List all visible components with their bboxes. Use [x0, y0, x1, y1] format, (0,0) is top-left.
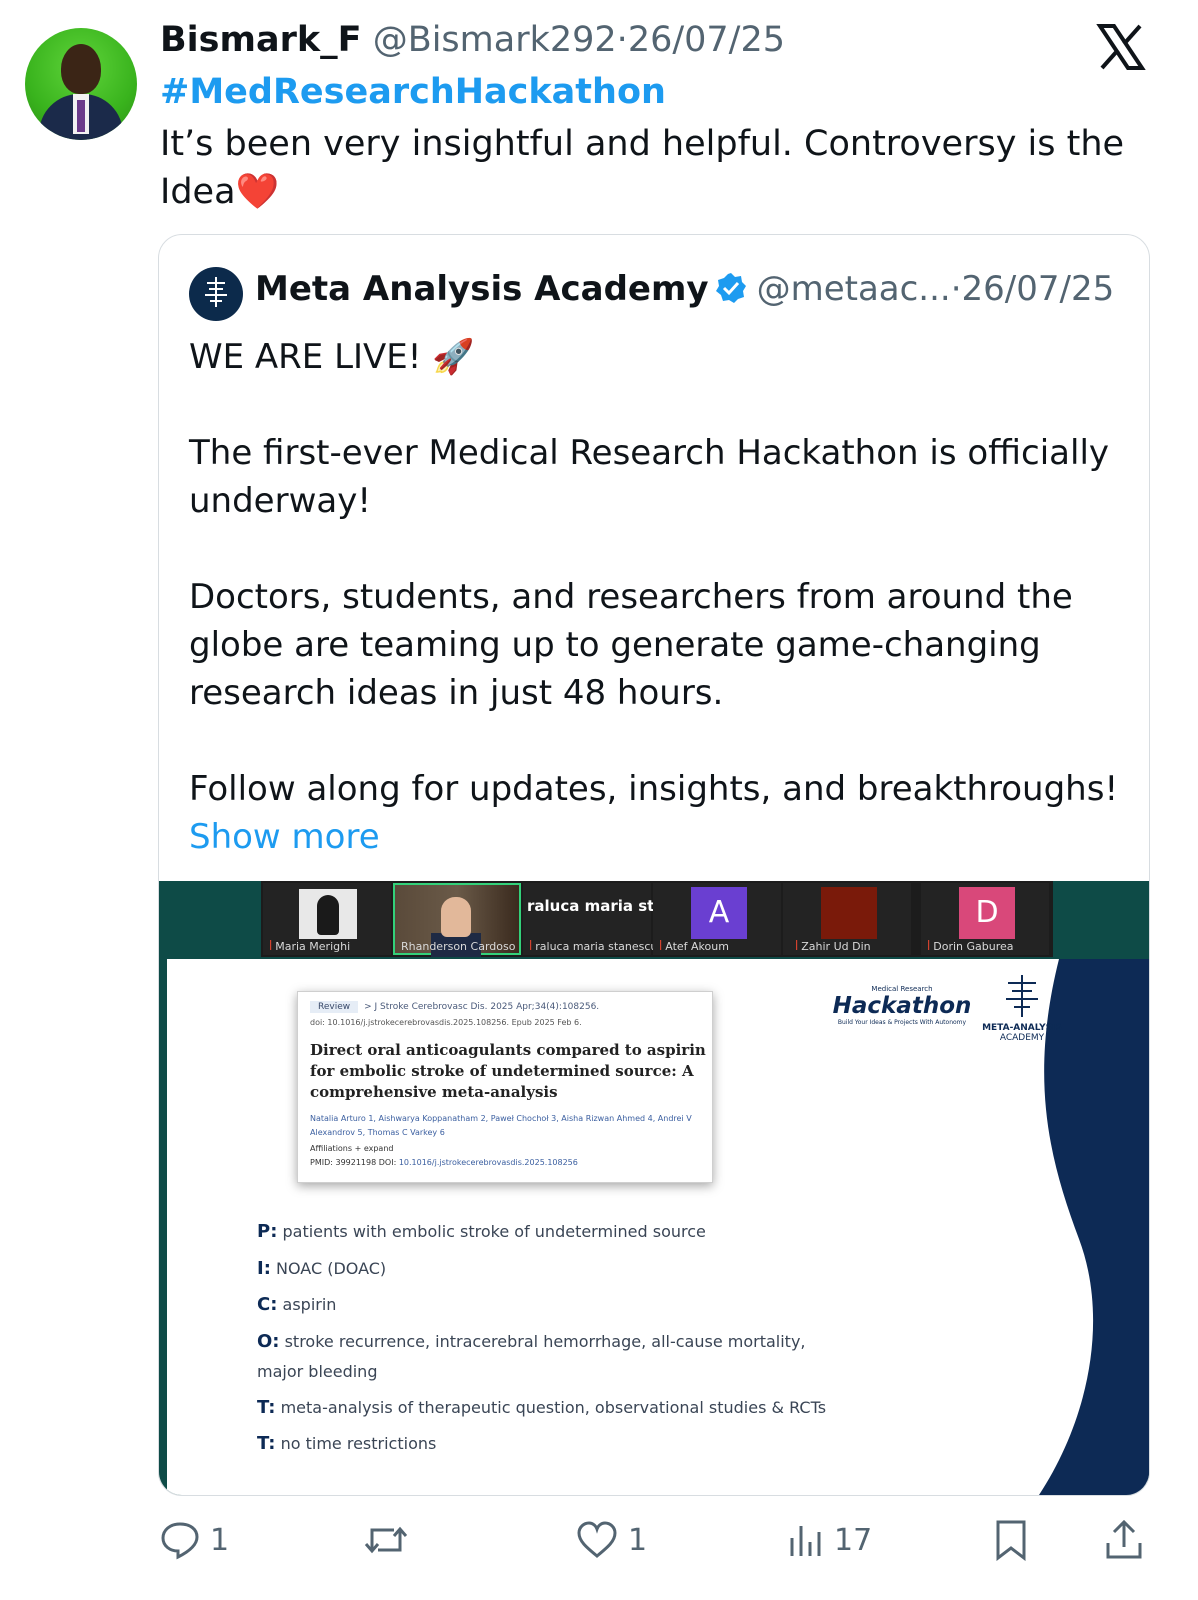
- repost-button[interactable]: [362, 1512, 420, 1568]
- media-image[interactable]: ꟾ Maria Merighi Rhanderson Cardoso raluca…: [159, 881, 1149, 1495]
- participant-name: Rhanderson Cardoso: [401, 940, 516, 953]
- tweet-text: It’s been very insightful and helpful. C…: [160, 120, 1140, 216]
- hashtag-link[interactable]: #MedResearchHackathon: [160, 72, 666, 112]
- pico-row: P: patients with embolic stroke of undet…: [257, 1221, 706, 1242]
- views-icon: [790, 1526, 821, 1556]
- hackathon-logo: Medical Research Hackathon Build Your Id…: [827, 985, 977, 1026]
- quoted-avatar[interactable]: [189, 267, 243, 321]
- reply-count: 1: [210, 1522, 230, 1558]
- muted-mic-icon: ꟾ: [659, 940, 663, 953]
- muted-mic-icon: ꟾ: [269, 940, 273, 953]
- tweet-actions-bar: 1 1 17: [160, 1512, 1150, 1568]
- paper-doi: doi: 10.1016/j.jstrokecerebrovasdis.2025…: [310, 1018, 582, 1027]
- participant-photo: [299, 889, 357, 939]
- quoted-para-3: Follow along for updates, insights, and …: [189, 769, 1119, 809]
- user-avatar[interactable]: [25, 28, 137, 140]
- quoted-line-live: WE ARE LIVE! 🚀: [189, 337, 475, 377]
- hackathon-title: Hackathon: [832, 993, 972, 1019]
- x-logo-icon: [1096, 22, 1146, 72]
- pico-row: T: meta-analysis of therapeutic question…: [257, 1397, 827, 1418]
- heart-icon: [577, 1521, 617, 1558]
- academy-name: META-ANALYSIS: [982, 1023, 1062, 1033]
- repost-icon: [364, 1526, 408, 1554]
- quoted-tweet-text: WE ARE LIVE! 🚀 The first-ever Medical Re…: [189, 333, 1129, 861]
- participant-tile: D ꟾ Dorin Gaburea: [921, 883, 1049, 955]
- paper-screenshot: Review > J Stroke Cerebrovasc Dis. 2025 A…: [297, 991, 713, 1183]
- bookmark-button[interactable]: [994, 1512, 1028, 1568]
- quoted-para-2: Doctors, students, and researchers from …: [189, 577, 1073, 713]
- paper-pmid: PMID: 39921198 DOI:: [310, 1158, 397, 1167]
- review-tag: Review: [310, 1001, 359, 1013]
- video-call-participant-bar: ꟾ Maria Merighi Rhanderson Cardoso raluca…: [261, 881, 1053, 957]
- reply-button[interactable]: 1: [160, 1512, 229, 1568]
- author-display-name[interactable]: Bismark_F: [160, 20, 362, 60]
- quoted-para-1: The first-ever Medical Research Hackatho…: [189, 433, 1110, 521]
- hackathon-tagline: Build Your Ideas & Projects With Autonom…: [837, 1019, 967, 1026]
- participant-tile: raluca maria sta... ꟾ raluca maria stanes…: [523, 883, 682, 955]
- show-more-link[interactable]: Show more: [189, 817, 380, 857]
- participant-color-block: [821, 887, 877, 939]
- views-button[interactable]: 17: [788, 1512, 872, 1568]
- paper-affiliations: Affiliations + expand: [310, 1144, 394, 1153]
- quoted-display-name[interactable]: Meta Analysis Academy: [255, 269, 709, 309]
- participant-name: Dorin Gaburea: [933, 940, 1014, 953]
- participant-name: Maria Merighi: [275, 940, 351, 953]
- hackathon-small-text: Medical Research: [871, 985, 933, 993]
- pico-row: major bleeding: [257, 1362, 378, 1381]
- separator-dot: ·: [950, 269, 962, 309]
- separator-dot: ·: [616, 20, 628, 60]
- like-count: 1: [628, 1522, 648, 1558]
- bookmark-icon: [996, 1520, 1026, 1561]
- tweet-author-line: Bismark_F @Bismark292·26/07/25: [160, 20, 785, 60]
- journal-ref: > J Stroke Cerebrovasc Dis. 2025 Apr;34(…: [364, 1002, 600, 1012]
- paper-doi-link: 10.1016/j.jstrokecerebrovasdis.2025.1082…: [398, 1158, 578, 1167]
- participant-tile-active: Rhanderson Cardoso: [393, 883, 521, 957]
- heart-emoji: ❤️: [235, 172, 280, 212]
- quoted-date[interactable]: 26/07/25: [962, 269, 1115, 309]
- participant-name: Zahir Ud Din: [801, 940, 871, 953]
- pico-row: T: no time restrictions: [257, 1433, 437, 1454]
- share-icon: [1106, 1519, 1142, 1559]
- participant-tile: ꟾ Zahir Ud Din: [783, 883, 911, 955]
- participant-name: Atef Akoum: [665, 940, 729, 953]
- muted-mic-icon: ꟾ: [927, 940, 931, 953]
- academy-tree-icon: [1006, 975, 1038, 1017]
- academy-name-2: ACADEMY: [999, 1033, 1045, 1043]
- paper-title: Direct oral anticoagulants compared to a…: [310, 1041, 706, 1101]
- muted-mic-icon: ꟾ: [529, 940, 533, 953]
- tweet-text-body: It’s been very insightful and helpful. C…: [160, 124, 1125, 212]
- share-button[interactable]: [1104, 1512, 1144, 1568]
- participant-tile: A ꟾ Atef Akoum: [653, 883, 781, 955]
- quoted-author-line: Meta Analysis Academy @metaac...·26/07/25: [255, 269, 1114, 313]
- quoted-handle[interactable]: @metaac...: [757, 269, 951, 309]
- pico-row: C: aspirin: [257, 1294, 337, 1315]
- paper-authors: Natalia Arturo 1, Aishwarya Koppanatham …: [310, 1114, 692, 1137]
- participant-initial: A: [691, 887, 747, 939]
- pico-row: I: NOAC (DOAC): [257, 1258, 387, 1279]
- participant-name: raluca maria stanescu: [535, 940, 658, 953]
- pico-row: O: stroke recurrence, intracerebral hemo…: [257, 1331, 806, 1352]
- tweet-date[interactable]: 26/07/25: [628, 20, 785, 60]
- like-button[interactable]: 1: [576, 1512, 647, 1568]
- reply-icon: [161, 1522, 199, 1560]
- quoted-tweet-card[interactable]: Meta Analysis Academy @metaac...·26/07/25…: [158, 234, 1150, 1496]
- verified-badge-icon: [715, 272, 747, 313]
- author-handle[interactable]: @Bismark292: [373, 20, 617, 60]
- views-count: 17: [834, 1522, 873, 1558]
- participant-tile: ꟾ Maria Merighi: [263, 883, 391, 955]
- participant-initial: D: [959, 887, 1015, 939]
- muted-mic-icon: ꟾ: [795, 940, 799, 953]
- academy-logo: META-ANALYSIS ACADEMY: [977, 973, 1067, 1043]
